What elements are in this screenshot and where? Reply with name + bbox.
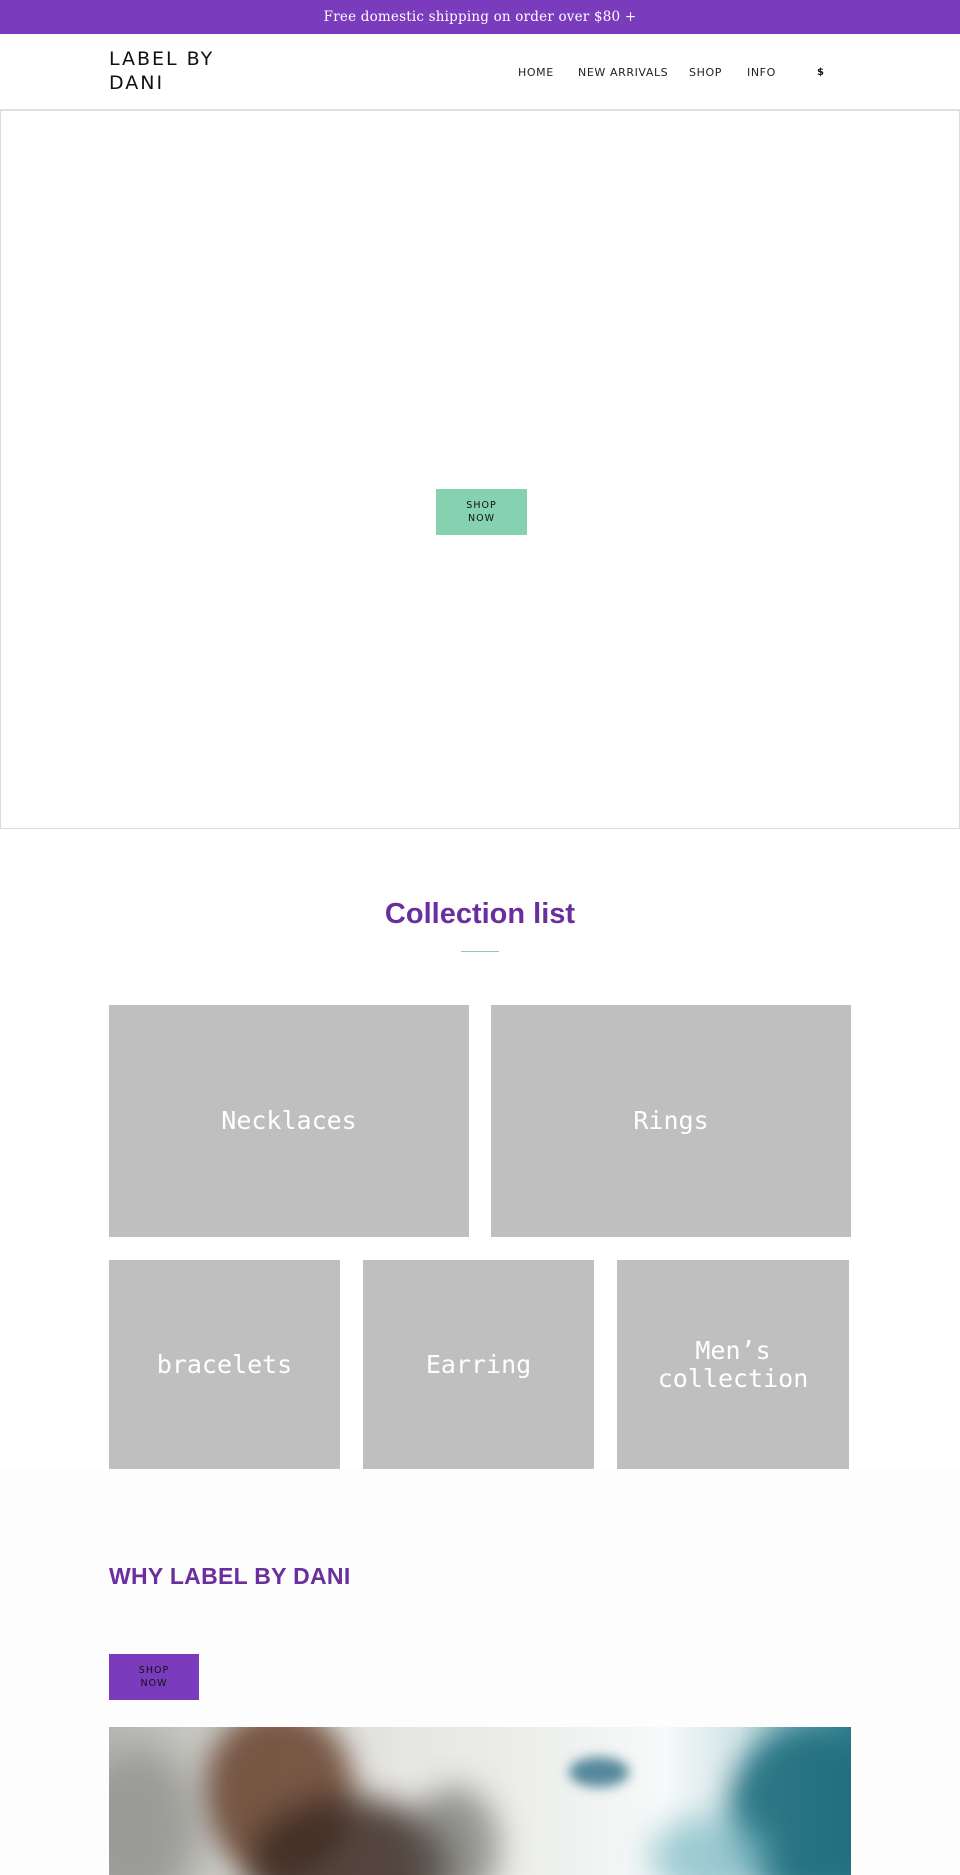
hero-shop-now-label: SHOP NOW (466, 500, 497, 524)
collection-tile-bracelets[interactable]: bracelets (109, 1260, 340, 1469)
site-header: LABEL BY DANI HOME NEW ARRIVALS SHOP INF… (0, 34, 960, 110)
hero-shop-now-button[interactable]: SHOP NOW (436, 489, 527, 535)
nav-new-arrivals[interactable]: NEW ARRIVALS (578, 66, 668, 79)
announcement-bar: Free domestic shipping on order over $80… (0, 0, 960, 34)
collection-tile-rings[interactable]: Rings (491, 1005, 851, 1237)
collection-tile-earring[interactable]: Earring (363, 1260, 594, 1469)
why-shop-now-label: SHOP NOW (138, 1665, 170, 1689)
collection-tile-label: Necklaces (221, 1106, 357, 1135)
title-divider (461, 951, 499, 952)
nav-home[interactable]: HOME (518, 66, 554, 79)
why-shop-now-button[interactable]: SHOP NOW (109, 1654, 199, 1700)
site-logo[interactable]: LABEL BY DANI (109, 47, 249, 95)
nav-info[interactable]: INFO (747, 66, 776, 79)
collection-tile-label: bracelets (156, 1349, 293, 1379)
collection-tile-label: Earring (425, 1349, 532, 1379)
lifestyle-photo (109, 1727, 851, 1875)
why-title: WHY LABEL BY DANI (109, 1563, 351, 1589)
currency-selector[interactable]: $ (817, 67, 824, 78)
collection-list-title: Collection list (384, 898, 576, 930)
collection-tile-label: Men’s collection (657, 1335, 809, 1393)
collection-tile-label: Rings (633, 1106, 709, 1135)
collection-tile-necklaces[interactable]: Necklaces (109, 1005, 469, 1237)
announcement-text: Free domestic shipping on order over $80… (323, 9, 637, 25)
collection-tile-mens-collection[interactable]: Men’s collection (617, 1260, 849, 1469)
hero-banner: SHOP NOW (0, 110, 960, 829)
nav-shop[interactable]: SHOP (689, 66, 722, 79)
